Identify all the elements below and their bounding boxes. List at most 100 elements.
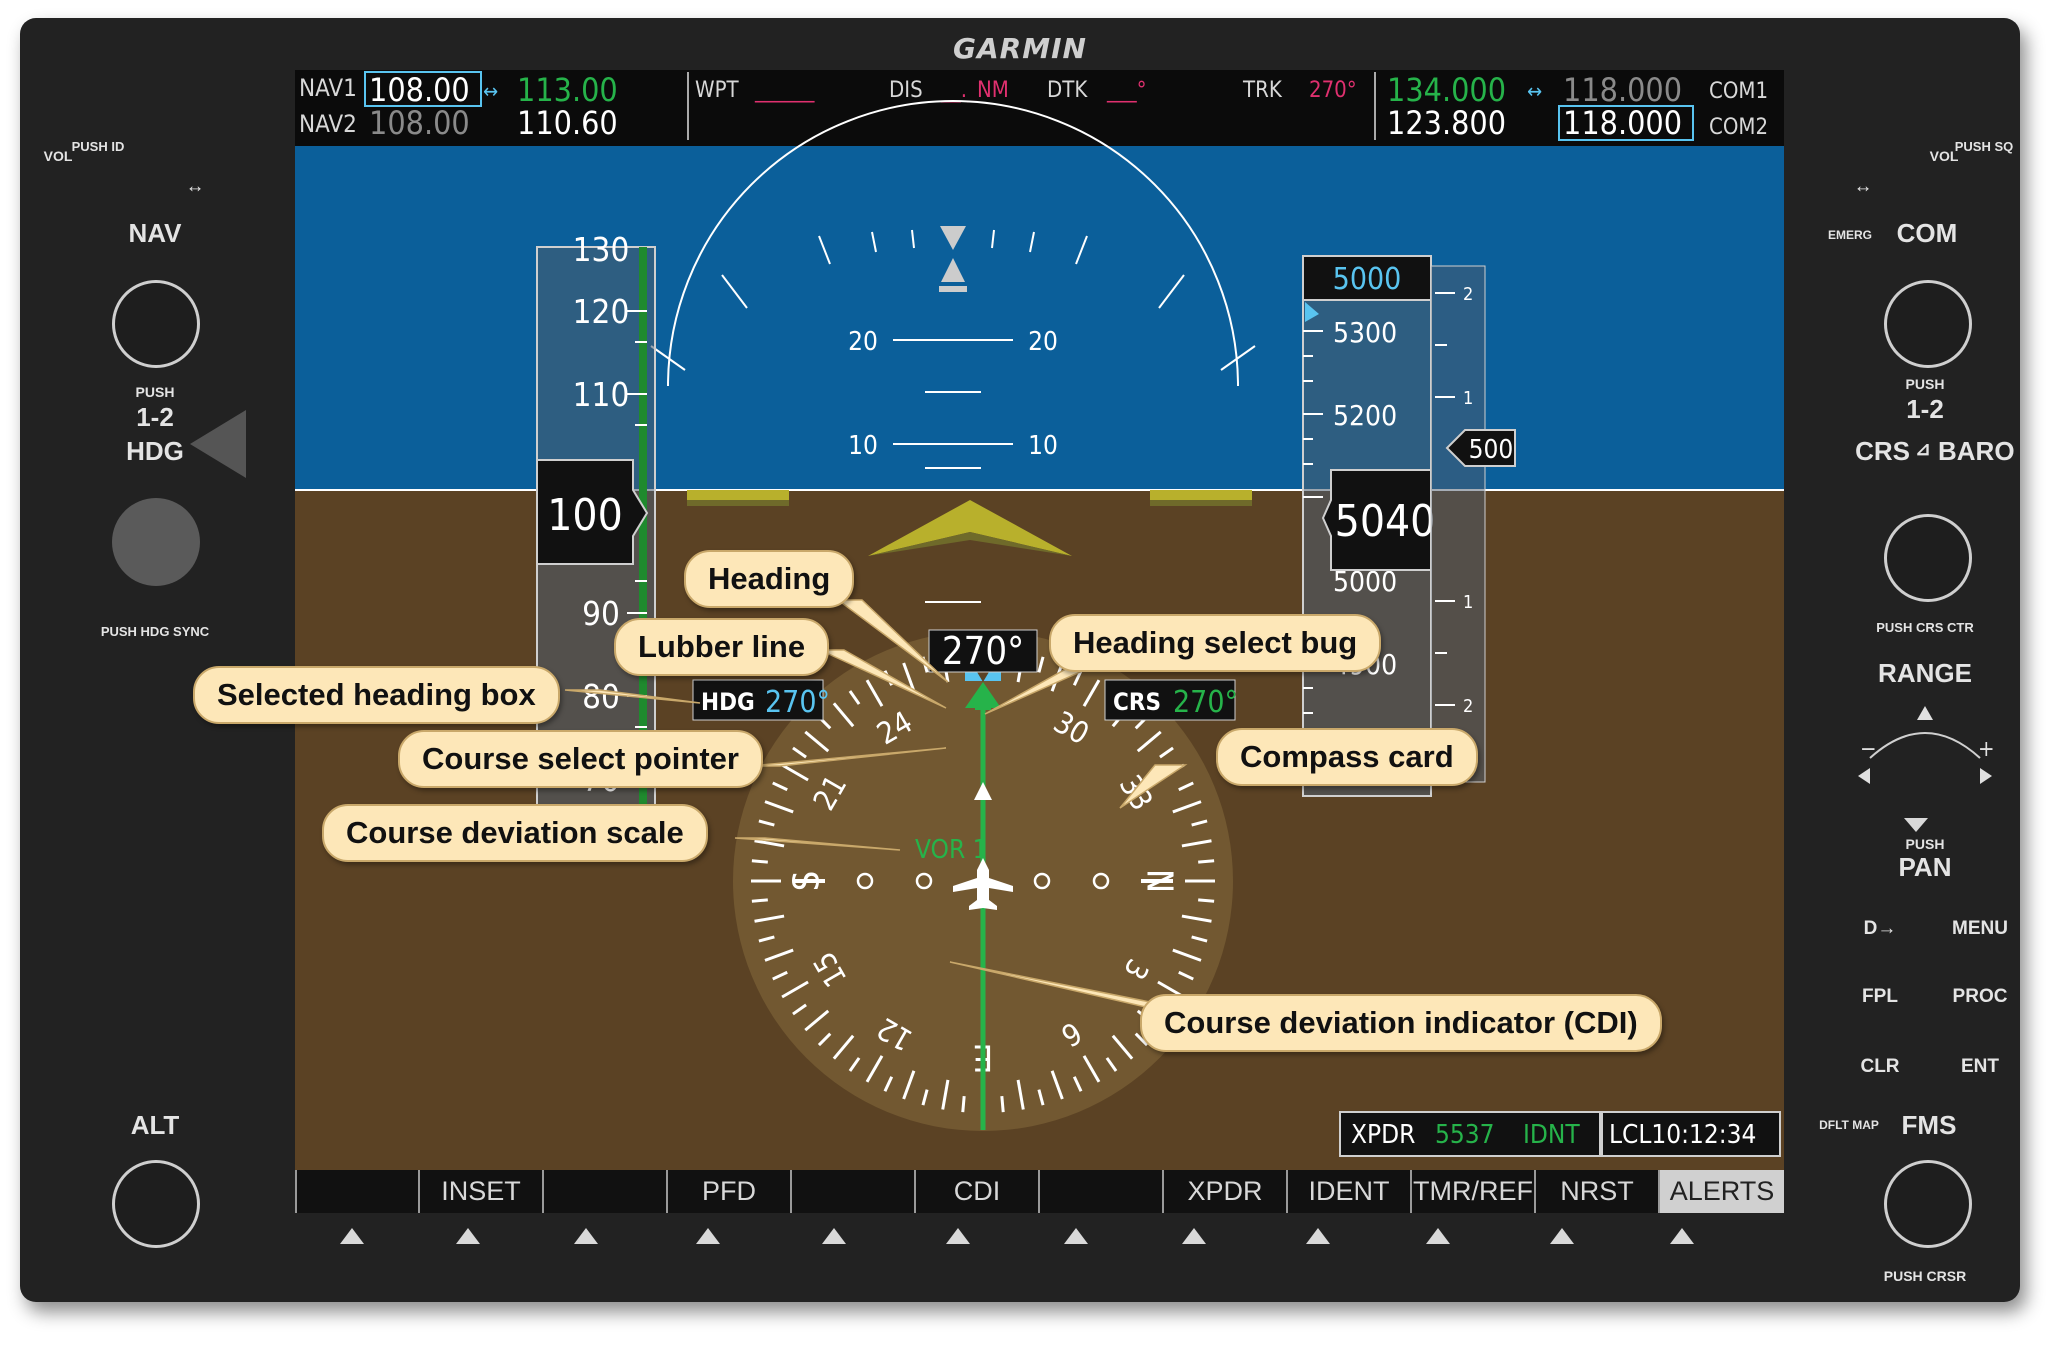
svg-text:20: 20 xyxy=(848,327,878,357)
com-swap-icon[interactable]: ↔ xyxy=(1838,176,1888,198)
softkey-bar: INSET PFD CDI XPDR IDENT TMR/REF NRST AL… xyxy=(295,1170,1784,1213)
direct-to-button[interactable]: D→ xyxy=(1840,918,1920,940)
svg-text:−: − xyxy=(1860,737,1877,762)
gdu-bezel: GARMIN VOL PUSH ID ↔ NAV PUSH 1-2 HDG PU… xyxy=(20,18,2020,1302)
compass-tick xyxy=(751,859,768,864)
dis-value: __._NM xyxy=(940,78,1009,103)
nav-knob[interactable] xyxy=(112,280,200,368)
svg-text:5300: 5300 xyxy=(1333,316,1397,349)
menu-button[interactable]: MENU xyxy=(1940,918,2020,940)
nav-swap-icon[interactable]: ↔ xyxy=(170,176,220,198)
wpt-label: WPT xyxy=(695,78,740,103)
push-hdg-sync-label: PUSH HDG SYNC xyxy=(100,624,210,639)
alt-label: ALT xyxy=(130,1110,180,1140)
nav1-label: NAV1 xyxy=(299,74,357,102)
svg-text:HDG: HDG xyxy=(701,688,755,716)
dis-label: DIS xyxy=(889,78,923,103)
softkey-7[interactable] xyxy=(1038,1170,1163,1213)
com-push-label: PUSH xyxy=(1905,376,1945,392)
selected-course-value: 270° xyxy=(1173,685,1238,720)
trk-label: TRK xyxy=(1242,78,1283,103)
softkey-button-6-icon[interactable] xyxy=(946,1228,970,1244)
local-time: LCL10:12:34 xyxy=(1609,1120,1756,1150)
range-joystick-icon[interactable]: − + xyxy=(1840,698,2010,788)
nav2-active-freq: 108.00 xyxy=(369,104,470,142)
compass-tick xyxy=(1198,859,1215,864)
softkey-button-8-icon[interactable] xyxy=(1182,1228,1206,1244)
softkey-button-2-icon[interactable] xyxy=(456,1228,480,1244)
photocell-triangle-icon xyxy=(190,410,246,478)
altitude-tape: 5000 5300 5200 5100 5000 4900 4800 xyxy=(1302,255,1516,797)
softkey-3[interactable] xyxy=(542,1170,667,1213)
nav1-swap-arrow-icon: ↔ xyxy=(483,79,498,103)
push-pan-label: PUSH xyxy=(1905,836,1945,852)
svg-text:130: 130 xyxy=(573,230,630,269)
softkey-button-12-icon[interactable] xyxy=(1670,1228,1694,1244)
dtk-value: ___° xyxy=(1106,78,1147,103)
fms-knob[interactable] xyxy=(1884,1160,1972,1248)
softkey-nrst[interactable]: NRST xyxy=(1534,1170,1659,1213)
emerg-label: EMERG xyxy=(1827,228,1872,242)
fms-label: FMS xyxy=(1901,1110,1957,1140)
svg-text:10: 10 xyxy=(848,431,878,461)
hdg-knob[interactable] xyxy=(112,498,200,586)
softkey-button-11-icon[interactable] xyxy=(1550,1228,1574,1244)
nav-12-label: 1-2 xyxy=(136,402,174,432)
callout-course-deviation-scale: Course deviation scale xyxy=(322,804,708,862)
trk-value: 270° xyxy=(1309,78,1357,103)
selected-heading-value: 270° xyxy=(765,685,830,720)
softkey-1[interactable] xyxy=(295,1170,419,1213)
crs-label: CRS xyxy=(1855,436,1910,466)
brand-logo: GARMIN xyxy=(953,32,1087,65)
softkey-ident[interactable]: IDENT xyxy=(1286,1170,1411,1213)
svg-text:110: 110 xyxy=(573,375,630,414)
svg-text:+: + xyxy=(1978,737,1995,762)
dflt-map-label: DFLT MAP xyxy=(1819,1118,1879,1132)
selected-altitude: 5000 xyxy=(1333,262,1402,297)
callout-heading-select-bug: Heading select bug xyxy=(1049,614,1382,672)
softkey-alerts[interactable]: ALERTS xyxy=(1658,1170,1784,1213)
compass-tick xyxy=(1198,898,1215,903)
svg-text:120: 120 xyxy=(573,292,630,331)
com-knob[interactable] xyxy=(1884,280,1972,368)
alt-knob[interactable] xyxy=(112,1160,200,1248)
callout-selected-heading-box: Selected heading box xyxy=(193,666,560,724)
com1-swap-arrow-icon: ↔ xyxy=(1527,79,1542,103)
nav-label: NAV xyxy=(128,218,182,248)
com2-active-freq: 123.800 xyxy=(1387,104,1506,142)
svg-text:10: 10 xyxy=(1028,431,1058,461)
softkey-pfd[interactable]: PFD xyxy=(666,1170,791,1213)
svg-text:1: 1 xyxy=(1463,592,1473,613)
com2-standby-freq: 118.000 xyxy=(1563,104,1682,142)
crs-baro-knob[interactable] xyxy=(1884,514,1972,602)
softkey-button-9-icon[interactable] xyxy=(1306,1228,1330,1244)
heading-readout: 270° xyxy=(942,629,1024,673)
softkey-button-1-icon[interactable] xyxy=(340,1228,364,1244)
ent-button[interactable]: ENT xyxy=(1940,1056,2020,1078)
vsi-readout: 500 xyxy=(1469,435,1514,465)
compass-tick xyxy=(961,1096,966,1113)
softkey-button-5-icon[interactable] xyxy=(822,1228,846,1244)
softkey-5[interactable] xyxy=(790,1170,915,1213)
altitude-readout: 5040 xyxy=(1335,496,1436,547)
softkey-tmr-ref[interactable]: TMR/REF xyxy=(1410,1170,1535,1213)
softkey-button-7-icon[interactable] xyxy=(1064,1228,1088,1244)
softkey-cdi[interactable]: CDI xyxy=(914,1170,1039,1213)
softkey-inset[interactable]: INSET xyxy=(418,1170,543,1213)
hdg-label: HDG xyxy=(126,436,184,466)
fpl-button[interactable]: FPL xyxy=(1840,986,1920,1008)
proc-button[interactable]: PROC xyxy=(1940,986,2020,1008)
airspeed-readout: 100 xyxy=(547,490,623,541)
svg-text:5200: 5200 xyxy=(1333,399,1397,432)
softkey-button-10-icon[interactable] xyxy=(1426,1228,1450,1244)
dtk-label: DTK xyxy=(1047,78,1088,103)
svg-text:1: 1 xyxy=(1463,388,1473,409)
softkey-button-3-icon[interactable] xyxy=(574,1228,598,1244)
pan-down-arrow-icon xyxy=(1904,818,1928,832)
softkey-button-4-icon[interactable] xyxy=(696,1228,720,1244)
xpdr-label: XPDR xyxy=(1351,1120,1415,1150)
softkey-xpdr[interactable]: XPDR xyxy=(1162,1170,1287,1213)
clr-button[interactable]: CLR xyxy=(1840,1056,1920,1078)
com1-label: COM1 xyxy=(1709,79,1768,104)
callout-course-select-pointer: Course select pointer xyxy=(398,730,763,788)
